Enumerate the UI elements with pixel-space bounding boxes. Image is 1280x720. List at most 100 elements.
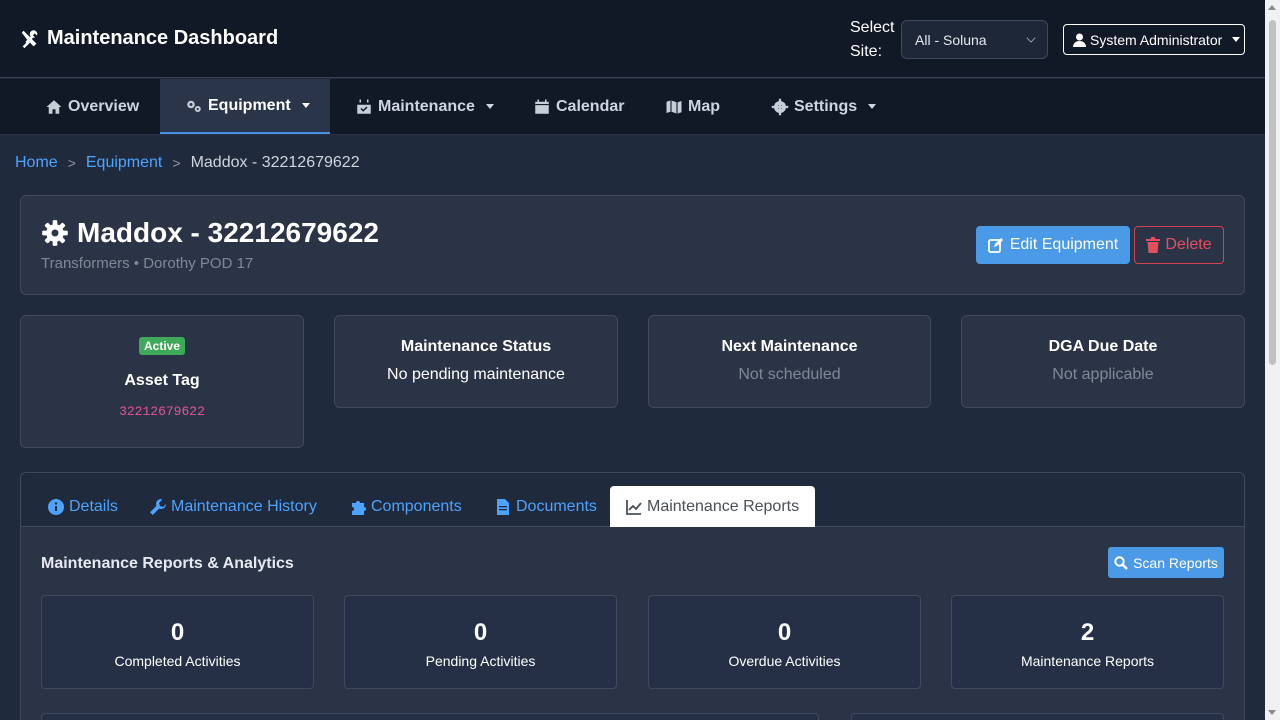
breadcrumb-separator: > bbox=[67, 155, 76, 171]
breadcrumb-equipment[interactable]: Equipment bbox=[86, 154, 163, 172]
scroll-up-arrow-icon[interactable] bbox=[1268, 5, 1276, 10]
gear-icon bbox=[42, 220, 68, 246]
edit-equipment-label: Edit Equipment bbox=[1009, 236, 1119, 253]
site-select-label: Select Site: bbox=[850, 19, 895, 60]
metric-value: 2 bbox=[1080, 619, 1095, 646]
puzzle-icon bbox=[352, 500, 366, 515]
asset-tag-label: Asset Tag bbox=[124, 372, 200, 389]
scan-reports-label: Scan Reports bbox=[1133, 554, 1218, 571]
info-icon bbox=[48, 498, 64, 515]
nav-label: Overview bbox=[68, 97, 140, 115]
site-select[interactable]: All - Soluna bbox=[901, 20, 1048, 59]
edit-equipment-button[interactable]: Edit Equipment bbox=[976, 226, 1130, 264]
next-maintenance-label: Next Maintenance bbox=[721, 338, 858, 355]
nav-calendar[interactable]: Calendar bbox=[533, 79, 633, 134]
maintenance-status-card: Maintenance Status No pending maintenanc… bbox=[334, 315, 618, 408]
scan-reports-button[interactable]: Scan Reports bbox=[1108, 547, 1224, 578]
metric-label: Pending Activities bbox=[425, 653, 536, 669]
equipment-header-card: Maddox - 32212679622 Transformers • Doro… bbox=[20, 195, 1245, 295]
nav-equipment[interactable]: Equipment bbox=[160, 79, 330, 134]
breadcrumb-separator: > bbox=[172, 155, 181, 171]
nav-label: Maintenance bbox=[378, 97, 475, 115]
scroll-down-arrow-icon[interactable] bbox=[1268, 710, 1276, 715]
user-menu-button[interactable]: System Administrator bbox=[1063, 24, 1245, 55]
metric-label: Completed Activities bbox=[114, 653, 241, 669]
reports-chart-card bbox=[41, 713, 819, 720]
nav-maintenance[interactable]: Maintenance bbox=[355, 79, 495, 134]
gears-icon bbox=[187, 100, 201, 112]
maintenance-status-value: No pending maintenance bbox=[387, 366, 565, 383]
delete-label: Delete bbox=[1165, 236, 1212, 253]
tab-label: Documents bbox=[516, 497, 597, 515]
asset-tag-card: Active Asset Tag 32212679622 bbox=[20, 315, 304, 448]
breadcrumb-home[interactable]: Home bbox=[15, 154, 58, 172]
brand[interactable]: Maintenance Dashboard bbox=[19, 27, 278, 50]
tab-maintenance-history[interactable]: Maintenance History bbox=[150, 486, 317, 527]
site-select-value: All - Soluna bbox=[915, 32, 987, 48]
tab-label: Details bbox=[69, 497, 118, 515]
metric-completed-activities: 0 Completed Activities bbox=[41, 595, 314, 689]
tab-details[interactable]: Details bbox=[48, 486, 118, 527]
equipment-subtitle: Transformers • Dorothy POD 17 bbox=[41, 255, 254, 272]
home-icon bbox=[46, 99, 62, 114]
caret-down-icon bbox=[485, 104, 494, 109]
tools-icon bbox=[21, 29, 38, 48]
reports-list-card bbox=[851, 713, 1224, 720]
dga-due-date-label: DGA Due Date bbox=[1048, 338, 1158, 355]
equipment-name: Maddox - 32212679622 bbox=[77, 217, 379, 248]
tab-components[interactable]: Components bbox=[350, 486, 462, 527]
tab-strip: Details Maintenance History Components D… bbox=[21, 473, 1244, 527]
nav-map[interactable]: Map bbox=[665, 79, 735, 134]
metric-value: 0 bbox=[777, 619, 792, 646]
metric-maintenance-reports: 2 Maintenance Reports bbox=[951, 595, 1224, 689]
map-icon bbox=[666, 99, 682, 114]
wrench-icon bbox=[150, 498, 166, 515]
metric-pending-activities: 0 Pending Activities bbox=[344, 595, 617, 689]
main-nav: Overview Equipment Maintenance Calendar … bbox=[0, 79, 1265, 135]
breadcrumb: Home > Equipment > Maddox - 32212679622 bbox=[15, 154, 360, 172]
chevron-down-icon bbox=[1026, 33, 1036, 43]
tab-documents[interactable]: Documents bbox=[495, 486, 597, 527]
caret-down-icon bbox=[301, 103, 310, 108]
calendar-check-icon bbox=[357, 99, 371, 114]
reports-section-title: Maintenance Reports & Analytics bbox=[41, 555, 294, 572]
scroll-thumb[interactable] bbox=[1269, 20, 1276, 365]
metric-label: Maintenance Reports bbox=[1020, 653, 1155, 669]
nav-label: Calendar bbox=[556, 97, 625, 115]
metric-value: 0 bbox=[473, 619, 488, 646]
nav-label: Settings bbox=[794, 97, 858, 115]
nav-settings[interactable]: Settings bbox=[771, 79, 881, 134]
dga-due-date-card: DGA Due Date Not applicable bbox=[961, 315, 1245, 408]
status-badge: Active bbox=[138, 337, 186, 355]
chart-line-icon bbox=[626, 499, 642, 515]
nav-label: Equipment bbox=[208, 96, 291, 114]
nav-overview[interactable]: Overview bbox=[30, 79, 150, 134]
calendar-icon bbox=[535, 99, 549, 114]
maintenance-status-label: Maintenance Status bbox=[400, 338, 552, 355]
trash-icon bbox=[1146, 237, 1161, 253]
gear-icon bbox=[771, 98, 789, 115]
user-icon bbox=[1073, 33, 1086, 47]
metric-overdue-activities: 0 Overdue Activities bbox=[648, 595, 921, 689]
dga-due-date-value: Not applicable bbox=[1052, 366, 1154, 383]
tab-maintenance-reports[interactable]: Maintenance Reports bbox=[610, 486, 816, 527]
metric-value: 0 bbox=[170, 619, 185, 646]
page-scrollbar[interactable] bbox=[1265, 0, 1280, 720]
tab-label: Components bbox=[371, 497, 462, 515]
tab-label: Maintenance Reports bbox=[647, 497, 800, 515]
search-icon bbox=[1114, 555, 1128, 570]
next-maintenance-value: Not scheduled bbox=[738, 366, 841, 383]
metric-label: Overdue Activities bbox=[728, 653, 841, 669]
delete-button[interactable]: Delete bbox=[1134, 226, 1224, 264]
user-name: System Administrator bbox=[1090, 31, 1223, 48]
app-title: Maintenance Dashboard bbox=[47, 27, 279, 49]
top-bar: Maintenance Dashboard Select Site: All -… bbox=[0, 0, 1265, 78]
breadcrumb-current: Maddox - 32212679622 bbox=[190, 154, 360, 171]
file-icon bbox=[497, 498, 509, 515]
nav-label: Map bbox=[688, 97, 720, 115]
equipment-title: Maddox - 32212679622 bbox=[41, 217, 379, 249]
edit-icon bbox=[987, 238, 1003, 253]
next-maintenance-card: Next Maintenance Not scheduled bbox=[648, 315, 931, 408]
caret-down-icon bbox=[1232, 37, 1241, 42]
tabs-panel: Details Maintenance History Components D… bbox=[20, 472, 1245, 720]
